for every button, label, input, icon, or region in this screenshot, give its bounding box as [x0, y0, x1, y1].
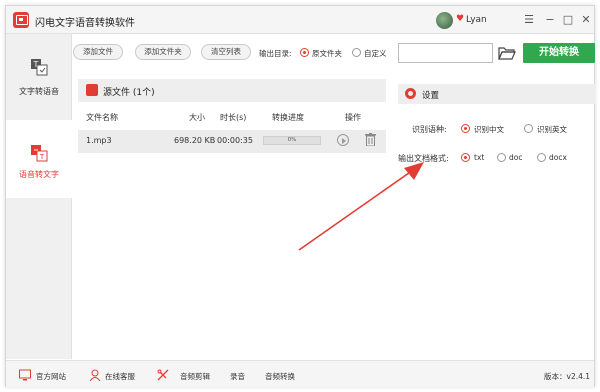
- language-label: 识别语种:: [412, 125, 447, 134]
- settings-header: 设置: [398, 84, 595, 104]
- close-button[interactable]: ✕: [579, 13, 593, 27]
- format-txt-label: txt: [474, 153, 485, 162]
- trash-icon[interactable]: [365, 133, 376, 146]
- sidebar: T 文字转语音 T 语音转文字: [6, 34, 72, 359]
- source-file-title: 源文件 (1个): [103, 88, 155, 98]
- maximize-button[interactable]: □: [561, 13, 575, 27]
- heart-icon: ♥: [456, 14, 465, 24]
- folder-open-icon[interactable]: [498, 46, 516, 60]
- column-header-size: 大小: [189, 113, 205, 122]
- language-chinese-radio[interactable]: [461, 124, 470, 133]
- settings-title: 设置: [422, 91, 440, 101]
- format-doc-label: doc: [509, 153, 523, 162]
- file-name-cell: 1.mp3: [86, 136, 112, 145]
- annotation-arrow: [298, 162, 424, 251]
- language-chinese-label: 识别中文: [474, 125, 504, 134]
- app-window: 闪电文字语音转换软件 ♥ Lyan ☰ − □ ✕ T 文字转语音 T 语音转文…: [5, 5, 595, 387]
- clear-list-button[interactable]: 清空列表: [201, 44, 251, 60]
- sidebar-item-text-to-speech[interactable]: T 文字转语音: [6, 34, 72, 112]
- start-convert-button[interactable]: 开始转换: [523, 43, 595, 63]
- sidebar-item-label: 语音转文字: [19, 170, 59, 179]
- column-header-progress: 转换进度: [272, 113, 304, 122]
- source-file-header: 源文件 (1个): [78, 79, 386, 102]
- website-icon: [19, 369, 31, 381]
- output-original-label: 原文件夹: [312, 49, 342, 58]
- audio-edit-icon: [157, 369, 169, 381]
- gear-icon: [405, 88, 416, 99]
- version-label: 版本：v2.4.1: [544, 372, 591, 381]
- avatar-icon[interactable]: [436, 12, 453, 29]
- speech-to-text-icon: T: [31, 145, 48, 162]
- output-dir-label: 输出目录:: [259, 49, 292, 58]
- output-custom-label: 自定义: [364, 49, 387, 58]
- status-bar: 官方网站 在线客服 音频剪辑 录音 音频转换 版本：v2.4.1: [6, 360, 594, 387]
- column-header-name: 文件名称: [86, 113, 118, 122]
- file-size-cell: 698.20 KB: [174, 136, 216, 145]
- output-path-input[interactable]: [398, 43, 493, 63]
- column-header-duration: 时长(s): [220, 113, 247, 122]
- format-doc-radio[interactable]: [497, 153, 506, 162]
- output-original-radio[interactable]: [300, 48, 309, 57]
- online-support-link[interactable]: 在线客服: [105, 371, 135, 382]
- sidebar-item-label: 文字转语音: [19, 87, 59, 96]
- title-bar: 闪电文字语音转换软件 ♥ Lyan ☰ − □ ✕: [6, 6, 594, 34]
- language-english-label: 识别英文: [537, 125, 567, 134]
- app-title: 闪电文字语音转换软件: [35, 18, 135, 29]
- support-icon: [89, 369, 101, 381]
- minimize-button[interactable]: −: [543, 13, 557, 27]
- text-to-speech-icon: T: [31, 59, 48, 76]
- add-folder-button[interactable]: 添加文件夹: [135, 44, 191, 60]
- svg-text:T: T: [39, 153, 45, 161]
- add-file-button[interactable]: 添加文件: [73, 44, 123, 60]
- output-custom-radio[interactable]: [352, 48, 361, 57]
- conversion-progress-bar: 0%: [263, 136, 321, 145]
- source-file-icon: [86, 84, 98, 96]
- audio-convert-link[interactable]: 音频转换: [265, 371, 295, 382]
- language-english-radio[interactable]: [524, 124, 533, 133]
- username[interactable]: Lyan: [466, 15, 487, 25]
- menu-button[interactable]: ☰: [522, 13, 536, 27]
- audio-edit-link[interactable]: 音频剪辑: [180, 371, 210, 382]
- format-txt-radio[interactable]: [461, 153, 470, 162]
- logo-icon: [13, 12, 29, 28]
- format-docx-radio[interactable]: [537, 153, 546, 162]
- format-docx-label: docx: [549, 153, 567, 162]
- play-icon[interactable]: [337, 134, 349, 146]
- column-header-actions: 操作: [345, 113, 361, 122]
- progress-text: 0%: [287, 137, 297, 143]
- record-link[interactable]: 录音: [230, 371, 245, 382]
- sidebar-item-speech-to-text[interactable]: T 语音转文字: [6, 120, 72, 198]
- official-site-link[interactable]: 官方网站: [36, 371, 66, 382]
- file-duration-cell: 00:00:35: [217, 136, 253, 145]
